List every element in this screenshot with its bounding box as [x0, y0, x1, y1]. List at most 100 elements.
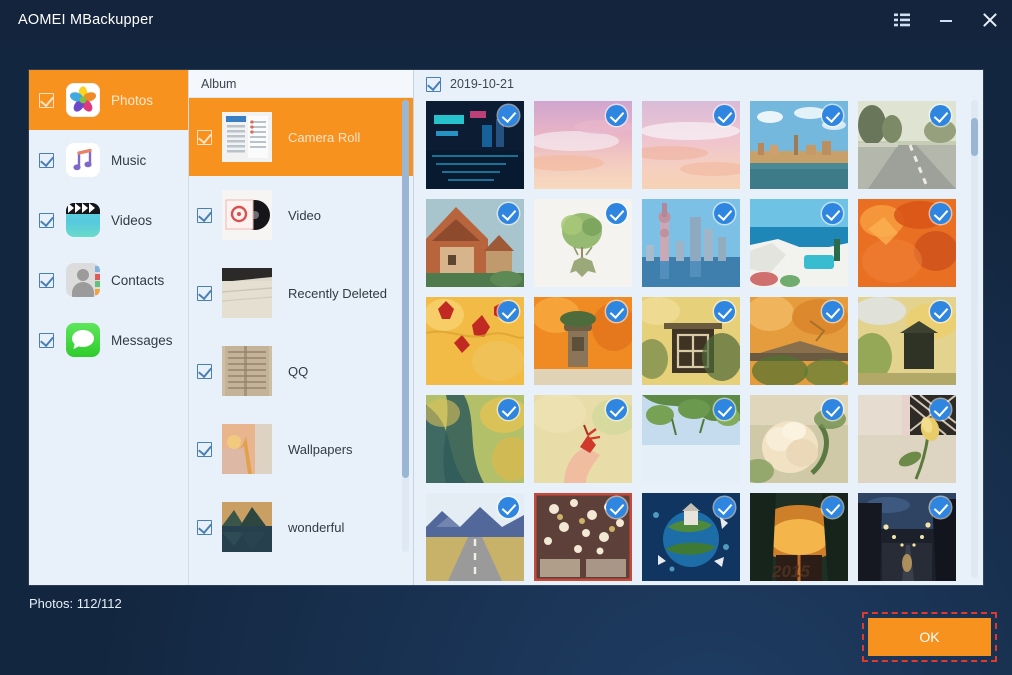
photo-selected-badge[interactable]	[822, 301, 843, 322]
sidebar-item-photos[interactable]: Photos	[29, 70, 188, 130]
album-checkbox[interactable]	[197, 286, 212, 301]
minimize-button[interactable]	[924, 0, 968, 40]
photo-cell[interactable]	[534, 493, 632, 581]
photo-cell[interactable]	[426, 493, 524, 581]
album-label: Camera Roll	[288, 130, 360, 145]
album-scroll-thumb[interactable]	[402, 100, 409, 478]
album-checkbox[interactable]	[197, 442, 212, 457]
photo-selected-badge[interactable]	[714, 105, 735, 126]
photo-selected-badge[interactable]	[606, 399, 627, 420]
photo-cell[interactable]	[426, 199, 524, 287]
photo-selected-badge[interactable]	[498, 203, 519, 224]
photo-cell[interactable]	[858, 101, 956, 189]
photo-cell[interactable]	[426, 395, 524, 483]
sidebar-item-contacts[interactable]: Contacts	[29, 250, 188, 310]
album-label: Recently Deleted	[288, 286, 387, 301]
photo-cell[interactable]	[750, 297, 848, 385]
photo-cell[interactable]	[426, 101, 524, 189]
photo-selected-badge[interactable]	[714, 301, 735, 322]
photo-selected-badge[interactable]	[930, 497, 951, 518]
photo-selected-badge[interactable]	[498, 105, 519, 126]
photo-cell[interactable]	[642, 199, 740, 287]
photo-selected-badge[interactable]	[498, 301, 519, 322]
album-column: Album	[189, 70, 414, 585]
sidebar-item-label: Music	[111, 153, 146, 168]
photo-cell[interactable]	[642, 101, 740, 189]
photo-selected-badge[interactable]	[822, 399, 843, 420]
photo-selected-badge[interactable]	[714, 203, 735, 224]
album-item-qq[interactable]: QQ	[189, 332, 413, 410]
photo-cell[interactable]: 2015	[750, 493, 848, 581]
sidebar-item-label: Photos	[111, 93, 153, 108]
grid-scroll-track[interactable]	[971, 100, 978, 578]
photo-selected-badge[interactable]	[714, 399, 735, 420]
sidebar-item-videos[interactable]: Videos	[29, 190, 188, 250]
photos-checkbox[interactable]	[39, 93, 54, 108]
close-icon	[982, 12, 998, 28]
photo-cell[interactable]	[858, 199, 956, 287]
photo-grid: 2015	[426, 101, 956, 581]
menu-list-button[interactable]	[880, 0, 924, 40]
photo-cell[interactable]	[534, 297, 632, 385]
album-item-camera-roll[interactable]: Camera Roll	[189, 98, 413, 176]
contacts-checkbox[interactable]	[39, 273, 54, 288]
photo-cell[interactable]	[642, 493, 740, 581]
photo-selected-badge[interactable]	[498, 399, 519, 420]
videos-icon	[66, 203, 100, 237]
music-checkbox[interactable]	[39, 153, 54, 168]
album-label: QQ	[288, 364, 308, 379]
album-item-video[interactable]: Video	[189, 176, 413, 254]
messages-checkbox[interactable]	[39, 333, 54, 348]
album-checkbox[interactable]	[197, 364, 212, 379]
photo-selected-badge[interactable]	[606, 497, 627, 518]
videos-checkbox[interactable]	[39, 213, 54, 228]
photo-cell[interactable]	[534, 101, 632, 189]
album-item-recently-deleted[interactable]: Recently Deleted	[189, 254, 413, 332]
photo-selected-badge[interactable]	[714, 497, 735, 518]
sidebar-item-label: Videos	[111, 213, 152, 228]
date-group-header: 2019-10-21	[414, 70, 983, 98]
photo-selected-badge[interactable]	[822, 497, 843, 518]
app-title: AOMEI MBackupper	[18, 12, 153, 28]
photo-cell[interactable]	[426, 297, 524, 385]
list-icon	[894, 13, 910, 27]
close-button[interactable]	[968, 0, 1012, 40]
album-checkbox[interactable]	[197, 208, 212, 223]
grid-scroll-thumb[interactable]	[971, 118, 978, 156]
photo-cell[interactable]	[750, 395, 848, 483]
photo-selected-badge[interactable]	[930, 105, 951, 126]
contacts-icon	[66, 263, 100, 297]
album-item-wonderful[interactable]: wonderful	[189, 488, 413, 566]
clapperboard-top	[66, 203, 100, 214]
photo-cell[interactable]	[534, 199, 632, 287]
album-thumbnail	[222, 268, 272, 318]
photo-selected-badge[interactable]	[822, 105, 843, 126]
photo-selected-badge[interactable]	[606, 203, 627, 224]
album-item-wallpapers[interactable]: Wallpapers	[189, 410, 413, 488]
photo-selected-badge[interactable]	[498, 497, 519, 518]
photo-selected-badge[interactable]	[606, 301, 627, 322]
ok-button[interactable]: OK	[868, 618, 991, 656]
photo-selected-badge[interactable]	[930, 203, 951, 224]
photo-cell[interactable]	[642, 395, 740, 483]
minimize-icon	[938, 13, 954, 27]
photo-cell[interactable]	[750, 101, 848, 189]
photo-cell[interactable]	[642, 297, 740, 385]
date-group-checkbox[interactable]	[426, 77, 441, 92]
window-controls	[880, 0, 1012, 40]
photo-selected-badge[interactable]	[930, 399, 951, 420]
sidebar-item-messages[interactable]: Messages	[29, 310, 188, 370]
svg-text:2015: 2015	[771, 562, 810, 581]
photo-cell[interactable]	[858, 395, 956, 483]
title-bar: AOMEI MBackupper	[0, 0, 1012, 40]
photo-selected-badge[interactable]	[930, 301, 951, 322]
photo-selected-badge[interactable]	[822, 203, 843, 224]
photo-cell[interactable]	[534, 395, 632, 483]
photo-selected-badge[interactable]	[606, 105, 627, 126]
album-checkbox[interactable]	[197, 130, 212, 145]
photo-cell[interactable]	[858, 297, 956, 385]
photo-cell[interactable]	[750, 199, 848, 287]
album-checkbox[interactable]	[197, 520, 212, 535]
photo-cell[interactable]	[858, 493, 956, 581]
sidebar-item-music[interactable]: Music	[29, 130, 188, 190]
